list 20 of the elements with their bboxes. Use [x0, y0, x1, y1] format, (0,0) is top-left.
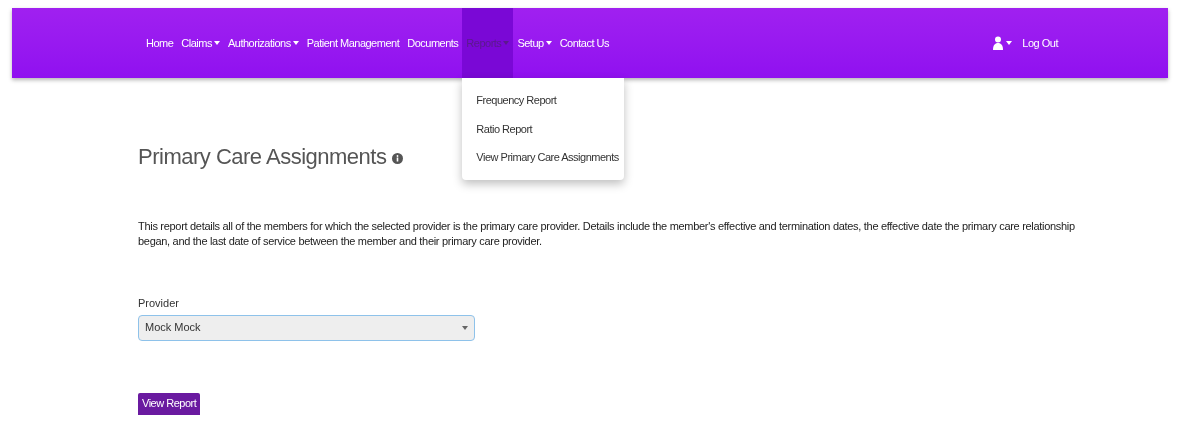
menu-item[interactable]: Frequency Report: [462, 86, 625, 115]
user-icon[interactable]: [993, 36, 1004, 50]
nav-link[interactable]: Claims: [177, 8, 224, 78]
menu-item[interactable]: View Primary Care Assignments: [462, 143, 625, 172]
provider-select[interactable]: Mock Mock: [138, 314, 475, 341]
nav-link[interactable]: Setup: [513, 8, 556, 78]
logout-link[interactable]: Log Out: [1022, 34, 1058, 52]
nav-link[interactable]: Documents: [403, 8, 463, 78]
menu-item[interactable]: Ratio Report: [462, 114, 625, 143]
nav-link[interactable]: Patient Management: [302, 8, 404, 78]
caret-icon: [462, 325, 468, 330]
page-title: Primary Care Assignments: [138, 143, 387, 171]
info-icon[interactable]: [392, 153, 404, 164]
provider-label: Provider: [138, 296, 180, 311]
view-report-button[interactable]: View Report: [138, 392, 201, 415]
nav-link[interactable]: Authorizations: [223, 8, 303, 78]
nav-link[interactable]: Contact Us: [555, 8, 614, 78]
caret-icon[interactable]: [1006, 41, 1013, 45]
report-description: This report details all of the members for which the selected provider is the primary care provider. Details include the member's effective and termination dates, the effective date the primary care relationship began, and the last date of service between the member and their primary care provider.: [138, 219, 1076, 249]
nav-link[interactable]: Home: [142, 8, 178, 78]
